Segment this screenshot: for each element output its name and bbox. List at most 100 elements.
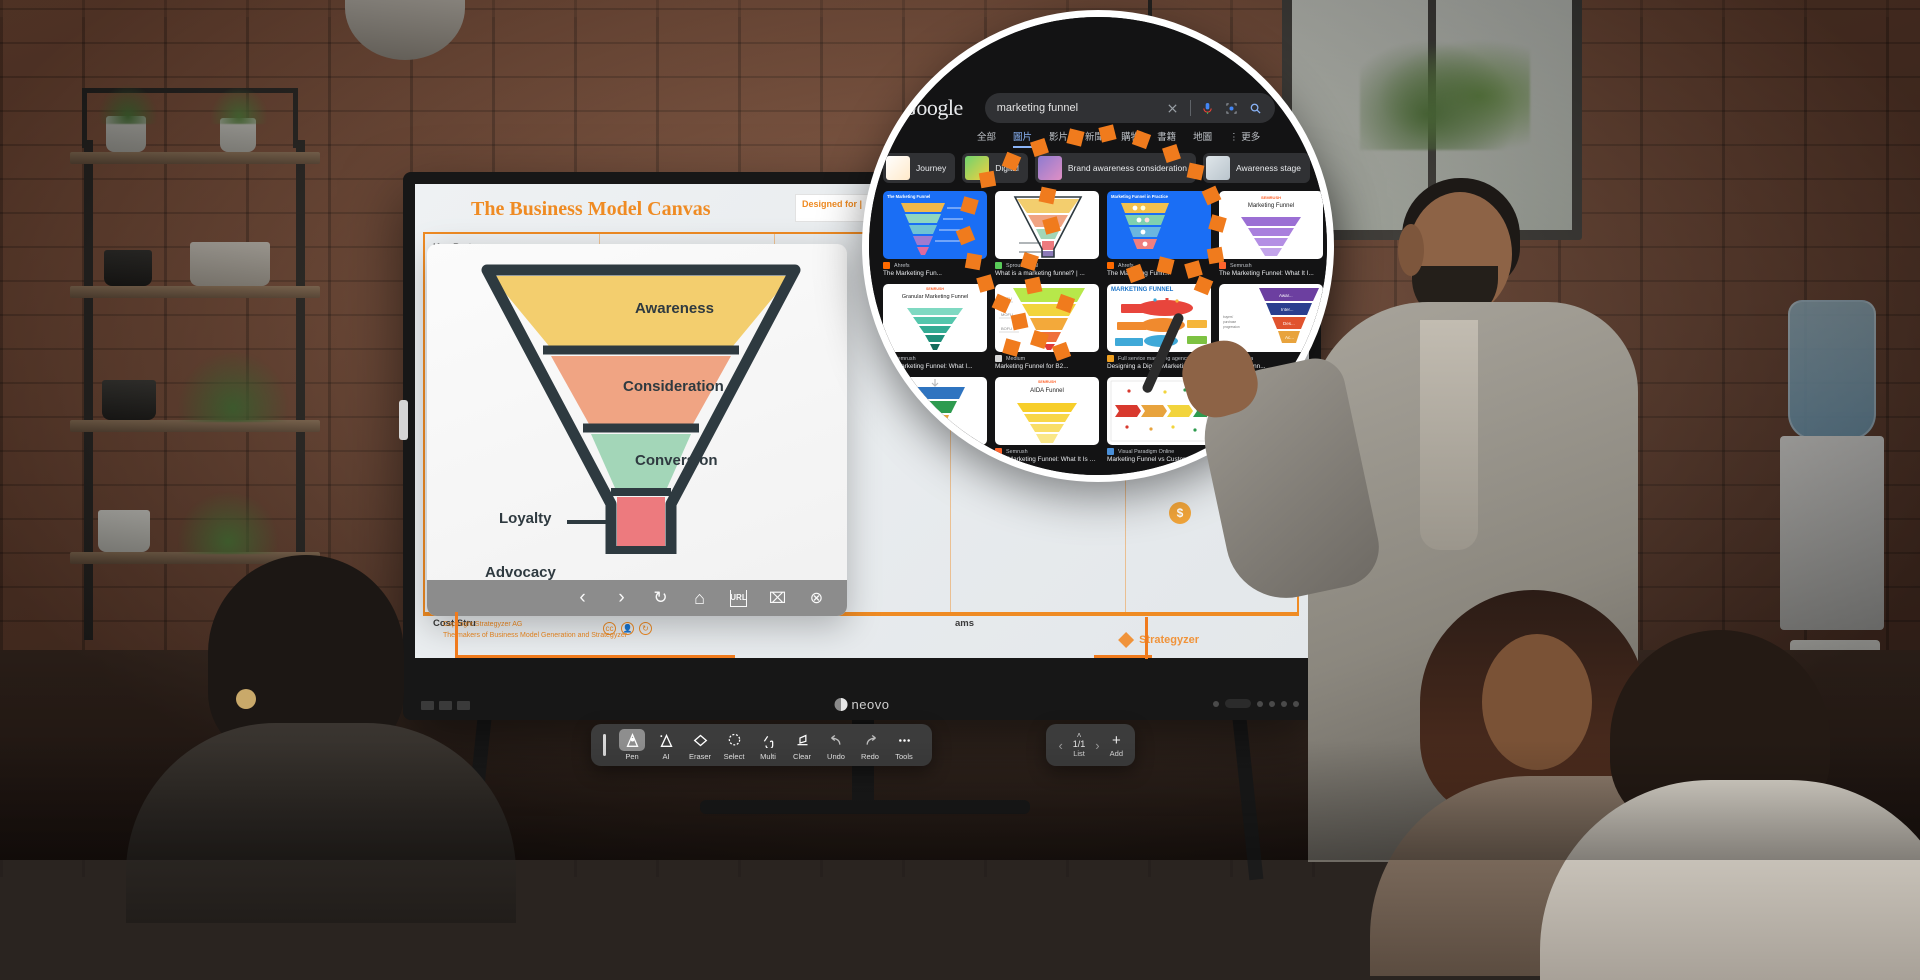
page-add-group[interactable]: + Add bbox=[1110, 732, 1123, 758]
tool-pen[interactable]: Pen bbox=[616, 729, 648, 761]
tool-ai[interactable]: AI bbox=[650, 729, 682, 761]
funnel-stage-label-consideration: Consideration bbox=[623, 378, 724, 395]
ink-mark bbox=[1186, 162, 1205, 181]
chip-thumbnail bbox=[886, 156, 910, 180]
close-icon[interactable]: ⊗ bbox=[808, 590, 825, 607]
embedded-browser-popup[interactable]: Awareness Consideration Conversion Loyal… bbox=[427, 244, 847, 616]
google-logo[interactable]: Google bbox=[901, 95, 963, 121]
chip-thumbnail bbox=[1205, 156, 1230, 180]
home-icon[interactable]: ⌂ bbox=[691, 588, 708, 608]
result-source: Semrush bbox=[894, 355, 916, 362]
tool-select[interactable]: Select bbox=[718, 729, 750, 761]
search-input[interactable]: marketing funnel bbox=[997, 102, 1156, 114]
result-thumbnail[interactable]: SEMRUSH AIDA Funnel bbox=[995, 377, 1099, 445]
bezel-dot-1 bbox=[1257, 700, 1263, 707]
tool-multi[interactable]: Multi bbox=[752, 729, 784, 761]
page-navigation[interactable]: ‹ ˄ 1/1 List › + Add bbox=[1046, 724, 1135, 766]
add-page-icon[interactable]: + bbox=[1112, 732, 1121, 749]
annotation-toolbar[interactable]: Pen AI Eraser Select Multi Clear Undo Re… bbox=[591, 724, 932, 766]
page-list-label[interactable]: List bbox=[1073, 749, 1085, 758]
page-counter-group[interactable]: ˄ 1/1 List bbox=[1073, 732, 1086, 759]
result-caption: Marketing Funnel vs Customer Map... bbox=[1107, 456, 1211, 463]
power-led bbox=[1213, 700, 1219, 707]
popup-browser-toolbar[interactable]: ‹ › ↻ ⌂ URL ⌧ ⊗ bbox=[427, 580, 847, 616]
toolbar-drag-handle[interactable] bbox=[603, 734, 606, 756]
result-caption: The Marketing Funnel: What I... bbox=[883, 363, 973, 370]
tool-eraser-label: Eraser bbox=[688, 752, 712, 761]
tool-pen-label: Pen bbox=[625, 752, 639, 761]
participant-right-torso bbox=[1540, 780, 1920, 980]
earring bbox=[236, 689, 256, 709]
presenter-shirt-placket bbox=[1420, 320, 1478, 550]
google-search-tabs[interactable]: 全部 圖片 影片 新聞 購物 書籍 地圖 ⋮ 更多 工具 bbox=[977, 129, 1326, 148]
image-result-card[interactable]: LinkedIn ...Funnel bbox=[883, 377, 987, 463]
thumb-art bbox=[1115, 298, 1207, 347]
redo-icon bbox=[857, 729, 883, 751]
result-thumbnail[interactable] bbox=[883, 377, 987, 445]
funnel-stage-label-advocacy: Advocacy bbox=[485, 564, 556, 581]
display-side-button-left[interactable] bbox=[399, 400, 408, 440]
search-icon[interactable] bbox=[1249, 101, 1263, 115]
strategyzer-mark-icon bbox=[1118, 632, 1135, 648]
svg-text:BOFU: BOFU bbox=[1001, 326, 1012, 331]
funnel-stage-label-conversion: Conversion bbox=[635, 452, 718, 469]
result-caption: The Marketing Funnel: What It Is & How I… bbox=[995, 456, 1099, 463]
chip-label: Journey bbox=[916, 163, 947, 173]
tab-all[interactable]: 全部 bbox=[977, 129, 996, 148]
funnel-svg bbox=[481, 264, 801, 615]
ink-stroke bbox=[1094, 655, 1152, 658]
favicon bbox=[995, 262, 1002, 269]
tool-more[interactable]: Tools bbox=[888, 729, 920, 761]
favicon bbox=[1107, 448, 1114, 455]
multi-touch-icon bbox=[755, 729, 781, 751]
back-icon[interactable]: ‹ bbox=[574, 587, 591, 608]
tab-images[interactable]: 圖片 bbox=[1013, 129, 1033, 148]
result-thumbnail[interactable]: MARKETING FUNNEL bbox=[1107, 284, 1211, 352]
tab-more[interactable]: ⋮ 更多 bbox=[1229, 129, 1260, 148]
tool-undo[interactable]: Undo bbox=[820, 729, 852, 761]
chip-journey[interactable]: Journey bbox=[883, 153, 956, 183]
neovo-mark-icon bbox=[834, 698, 848, 711]
tool-eraser[interactable]: Eraser bbox=[684, 729, 716, 761]
thumb-brand: SEMRUSH bbox=[926, 287, 944, 291]
image-result-card[interactable]: TOFU MOFU BOFU Medium Marketing Funnel f… bbox=[995, 284, 1099, 370]
refresh-icon[interactable]: ↻ bbox=[652, 588, 669, 607]
favicon bbox=[883, 448, 890, 455]
page-next-button[interactable]: › bbox=[1095, 738, 1099, 753]
thumb-art bbox=[1121, 203, 1169, 249]
tool-multi-label: Multi bbox=[760, 752, 776, 761]
participant-left-torso bbox=[126, 723, 516, 923]
display-stand-base bbox=[700, 800, 1030, 814]
related-search-chips[interactable]: Journey Digital Brand awareness consider… bbox=[883, 153, 1327, 183]
forward-icon[interactable]: › bbox=[613, 587, 630, 608]
tool-redo-label: Redo bbox=[861, 752, 879, 761]
favicon bbox=[995, 355, 1002, 362]
image-result-card[interactable]: SEMRUSH Granular Marketing Funnel Semrus… bbox=[883, 284, 987, 370]
favicon bbox=[1107, 262, 1114, 269]
url-icon[interactable]: URL bbox=[730, 589, 747, 607]
page-prev-button[interactable]: ‹ bbox=[1058, 738, 1062, 753]
result-source: Ahrefs bbox=[894, 262, 910, 269]
brand-logo: neovo bbox=[834, 697, 890, 712]
tools-button[interactable]: 工具 bbox=[1307, 129, 1326, 148]
thumb-title: Granular Marketing Funnel bbox=[901, 294, 969, 300]
clear-icon[interactable] bbox=[1166, 101, 1180, 115]
ink-mark bbox=[1010, 312, 1029, 331]
result-thumbnail[interactable]: SEMRUSH Granular Marketing Funnel bbox=[883, 284, 987, 352]
image-result-card[interactable]: SEMRUSH AIDA Funnel Semrush The Marketin… bbox=[995, 377, 1099, 463]
pen-icon bbox=[619, 729, 645, 751]
lens-icon[interactable] bbox=[1225, 101, 1239, 115]
tool-redo[interactable]: Redo bbox=[854, 729, 886, 761]
result-source: Visual Paradigm Online bbox=[1118, 448, 1175, 455]
crop-icon[interactable]: ⌧ bbox=[769, 590, 786, 607]
more-tools-icon bbox=[891, 729, 917, 751]
result-source: Semrush bbox=[1230, 262, 1252, 269]
tool-ai-label: AI bbox=[662, 752, 670, 761]
tab-maps[interactable]: 地圖 bbox=[1193, 129, 1212, 148]
tab-videos[interactable]: 影片 bbox=[1049, 129, 1068, 148]
voice-search-icon[interactable] bbox=[1201, 101, 1215, 115]
tool-clear[interactable]: Clear bbox=[786, 729, 818, 761]
search-box[interactable]: marketing funnel bbox=[984, 93, 1275, 123]
thumb-brand: SEMRUSH bbox=[1260, 195, 1282, 200]
result-thumbnail[interactable]: Marketing Funnel in Practice bbox=[1107, 191, 1211, 259]
